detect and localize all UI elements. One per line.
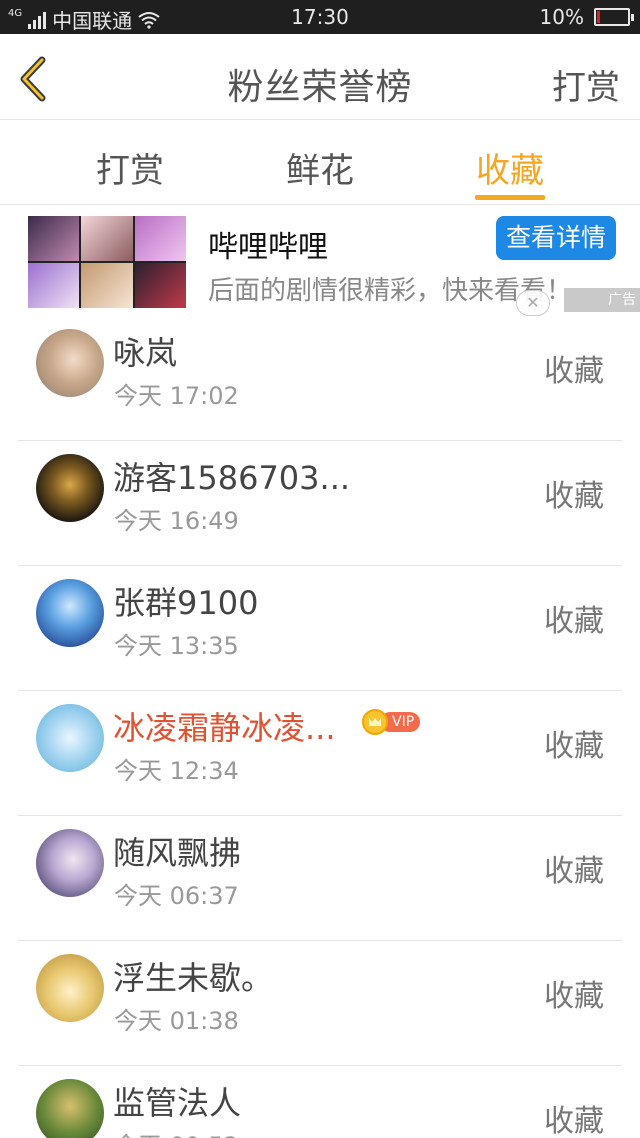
avatar[interactable] — [36, 579, 104, 647]
list-item[interactable]: 随风飘拂 今天 06:37 收藏 — [0, 816, 640, 941]
user-name: 冰凌霜静冰凌... — [113, 709, 336, 747]
list-item[interactable]: 游客1586703... 今天 16:49 收藏 — [0, 441, 640, 566]
list-item[interactable]: 浮生未歇。 今天 01:38 收藏 — [0, 941, 640, 1066]
list-item[interactable]: 张群9100 今天 13:35 收藏 — [0, 566, 640, 691]
fan-list: 咏岚 今天 17:02 收藏 游客1586703... 今天 16:49 收藏 … — [0, 316, 640, 1138]
user-name: 浮生未歇。 — [113, 959, 274, 997]
nav-header: 粉丝荣誉榜 打赏 — [0, 34, 640, 120]
list-item[interactable]: 监管法人 今天 00:52 收藏 — [0, 1066, 640, 1138]
action-label: 收藏 — [544, 729, 604, 764]
item-time: 今天 13:35 — [114, 632, 239, 660]
reward-button[interactable]: 打赏 — [552, 60, 620, 109]
crown-icon — [362, 709, 388, 735]
vip-badge: VIP — [362, 709, 421, 735]
ad-tag: 广告 — [564, 288, 640, 312]
status-bar: 4G 中国联通 17:30 10% — [0, 0, 640, 34]
action-label: 收藏 — [544, 1104, 604, 1138]
ad-title: 哔哩哔哩 — [208, 230, 328, 265]
action-label: 收藏 — [544, 479, 604, 514]
page-title: 粉丝荣誉榜 — [227, 67, 413, 108]
tab-reward[interactable]: 打赏 — [70, 143, 190, 192]
list-item[interactable]: 冰凌霜静冰凌... VIP 今天 12:34 收藏 — [0, 691, 640, 816]
item-time: 今天 00:52 — [114, 1126, 239, 1138]
action-label: 收藏 — [544, 354, 604, 389]
active-tab-indicator — [475, 195, 545, 200]
action-label: 收藏 — [544, 979, 604, 1014]
action-label: 收藏 — [544, 604, 604, 639]
battery-icon — [594, 8, 634, 26]
avatar[interactable] — [36, 454, 104, 522]
user-name: 随风飘拂 — [113, 834, 242, 872]
avatar[interactable] — [36, 829, 104, 897]
item-time: 今天 16:49 — [114, 507, 239, 535]
list-item[interactable]: 咏岚 今天 17:02 收藏 — [0, 316, 640, 441]
user-name: 游客1586703... — [113, 459, 351, 497]
tab-bar: 打赏 鲜花 收藏 — [0, 121, 640, 205]
ad-thumbnail[interactable] — [28, 216, 186, 308]
action-label: 收藏 — [544, 854, 604, 889]
avatar[interactable] — [36, 954, 104, 1022]
item-time: 今天 12:34 — [114, 757, 239, 785]
battery-fill — [597, 11, 601, 23]
user-name: 监管法人 — [113, 1084, 242, 1122]
avatar[interactable] — [36, 704, 104, 772]
item-time: 今天 01:38 — [114, 1007, 239, 1035]
user-name: 张群9100 — [113, 584, 259, 622]
close-icon[interactable]: ✕ — [516, 290, 550, 316]
item-time: 今天 17:02 — [114, 382, 239, 410]
tab-favorites[interactable]: 收藏 — [450, 143, 570, 192]
item-time: 今天 06:37 — [114, 882, 239, 910]
tab-flowers[interactable]: 鲜花 — [260, 143, 380, 192]
avatar[interactable] — [36, 1079, 104, 1138]
ad-banner[interactable]: 哔哩哔哩 后面的剧情很精彩，快来看看！ 查看详情 ✕ 广告 — [0, 206, 640, 316]
avatar[interactable] — [36, 329, 104, 397]
battery-percent: 10% — [539, 5, 584, 29]
ad-details-button[interactable]: 查看详情 — [496, 216, 616, 260]
user-name: 咏岚 — [113, 334, 178, 372]
